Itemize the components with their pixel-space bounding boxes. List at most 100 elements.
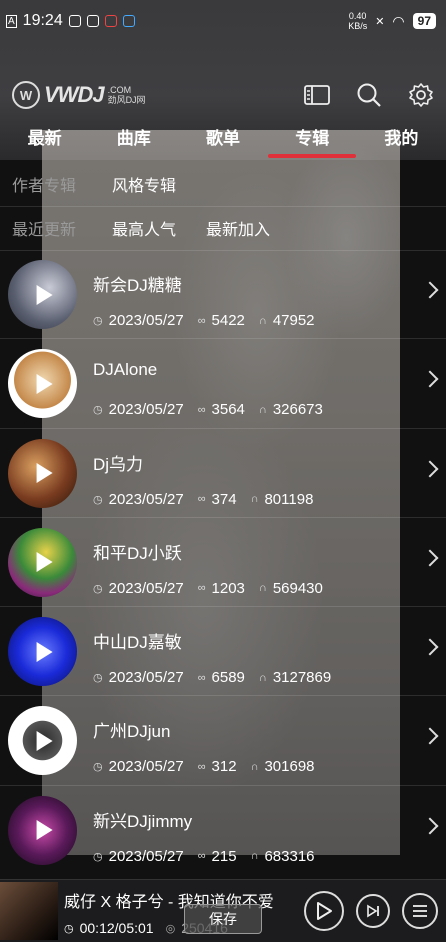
link-icon: ∞	[197, 403, 206, 416]
playback-time: 00:12/05:01	[79, 920, 154, 936]
album-play-count: 326673	[272, 401, 323, 419]
now-playing-cover[interactable]	[0, 882, 58, 940]
album-link-count: 5422	[211, 312, 245, 329]
album-avatar[interactable]	[8, 260, 77, 329]
search-icon[interactable]	[356, 82, 382, 108]
album-meta: ◷ 2023/05/27 ∞ 215 ∩ 683316	[93, 848, 329, 865]
album-avatar[interactable]	[8, 617, 77, 687]
status-time: 19:24	[22, 12, 63, 29]
album-name: 新会DJ糖糖	[93, 276, 182, 295]
album-date: 2023/05/27	[108, 401, 184, 419]
sort-recent-update[interactable]: 最近更新	[12, 216, 112, 240]
logo-subtitle: .COM 劲风DJ网	[107, 85, 146, 105]
clock-icon: ◷	[93, 582, 103, 595]
album-avatar[interactable]	[8, 706, 77, 776]
album-play-count: 569430	[272, 579, 323, 597]
playlist-icon[interactable]	[304, 82, 330, 108]
playlist-menu-button[interactable]	[402, 893, 438, 929]
album-item[interactable]: 和平DJ小跃 ◷ 2023/05/27 ∞ 1203 ∩ 569430	[0, 518, 446, 608]
sort-most-popular[interactable]: 最高人气	[112, 216, 176, 240]
album-item[interactable]: 中山DJ嘉敏 ◷ 2023/05/27 ∞ 6589 ∩ 3127869	[0, 607, 446, 697]
sim-icon: ✕	[375, 15, 385, 28]
album-date: 2023/05/27	[108, 669, 184, 687]
headphones-icon: ∩	[250, 493, 259, 506]
save-button[interactable]: 保存	[184, 904, 262, 934]
album-date: 2023/05/27	[108, 847, 184, 865]
album-meta: ◷ 2023/05/27 ∞ 3564 ∩ 326673	[93, 401, 337, 418]
link-icon: ∞	[197, 582, 206, 595]
headphones-icon: ∩	[250, 850, 259, 863]
category-filter-row: 作者专辑 风格专辑	[0, 162, 446, 206]
album-avatar[interactable]	[8, 349, 77, 419]
album-name: DJAlone	[93, 360, 158, 380]
album-item[interactable]: 广州DJjun ◷ 2023/05/27 ∞ 312 ∩ 301698	[0, 696, 446, 786]
logo[interactable]: W VWDJ .COM 劲风DJ网	[12, 81, 146, 109]
album-meta: ◷ 2023/05/27 ∞ 312 ∩ 301698	[93, 758, 329, 775]
clock-icon: ◷	[93, 672, 103, 685]
app-notification-icon-3	[104, 15, 117, 27]
album-link-count: 3564	[211, 401, 245, 419]
next-track-button[interactable]	[356, 894, 390, 928]
link-icon: ∞	[197, 850, 206, 863]
link-icon: ∞	[197, 671, 206, 684]
album-play-count: 301698	[264, 758, 315, 776]
album-meta: ◷ 2023/05/27 ∞ 1203 ∩ 569430	[93, 580, 337, 597]
headphones-icon: ∩	[258, 582, 267, 595]
chevron-right-icon[interactable]	[421, 817, 439, 835]
album-date: 2023/05/27	[108, 758, 184, 776]
album-meta: ◷ 2023/05/27 ∞ 5422 ∩ 47952	[93, 312, 329, 329]
clock-icon: ◷	[93, 315, 103, 327]
album-item[interactable]: 新兴DJjimmy ◷ 2023/05/27 ∞ 215 ∩ 683316	[0, 786, 446, 875]
network-speed: 0.40 KB/s	[348, 11, 368, 31]
chevron-right-icon[interactable]	[421, 460, 439, 478]
chevron-right-icon[interactable]	[421, 370, 439, 388]
tab-library[interactable]: 曲库	[89, 120, 178, 160]
tab-albums[interactable]: 专辑	[268, 120, 357, 160]
album-play-count: 801198	[264, 490, 314, 508]
album-link-count: 6589	[211, 669, 245, 687]
wifi-icon: ◠	[392, 12, 405, 29]
tab-latest[interactable]: 最新	[0, 120, 89, 160]
album-avatar[interactable]	[8, 527, 77, 597]
play-icon	[36, 552, 53, 573]
main-tabs: 最新 曲库 歌单 专辑 我的	[0, 120, 446, 160]
link-icon: ∞	[197, 314, 206, 327]
sort-filter-row: 最近更新 最高人气 最新加入	[0, 206, 446, 250]
sort-newest-added[interactable]: 最新加入	[206, 216, 270, 240]
settings-gear-icon[interactable]	[408, 82, 434, 108]
filter-style-albums[interactable]: 风格专辑	[112, 172, 176, 196]
clock-icon: ◷	[93, 850, 103, 863]
headphones-icon: ◎	[165, 922, 176, 935]
album-item[interactable]: Dj乌力 ◷ 2023/05/27 ∞ 374 ∩ 801198	[0, 429, 446, 518]
album-date: 2023/05/27	[108, 312, 184, 329]
album-link-count: 215	[211, 847, 237, 865]
tab-mine[interactable]: 我的	[357, 120, 446, 160]
play-button[interactable]	[304, 891, 344, 931]
album-date: 2023/05/27	[108, 579, 184, 597]
album-name: 和平DJ小跃	[93, 543, 182, 563]
link-icon: ∞	[197, 760, 206, 773]
album-item[interactable]: 新会DJ糖糖 ◷ 2023/05/27 ∞ 5422 ∩ 47952	[0, 250, 446, 340]
app-header: W VWDJ .COM 劲风DJ网	[0, 72, 446, 118]
play-icon	[36, 284, 53, 305]
album-name: 新兴DJjimmy	[93, 811, 193, 831]
tab-playlists[interactable]: 歌单	[178, 120, 267, 160]
play-icon	[36, 373, 53, 394]
chevron-right-icon[interactable]	[421, 638, 439, 656]
battery-indicator: 97	[412, 13, 436, 29]
album-avatar[interactable]	[8, 795, 77, 865]
clock-icon: ◷	[93, 493, 103, 506]
chevron-right-icon[interactable]	[421, 727, 439, 745]
app-notification-icon-4	[122, 15, 135, 27]
album-list: 新会DJ糖糖 ◷ 2023/05/27 ∞ 5422 ∩ 47952 DJAlone …	[0, 250, 446, 875]
filter-author-albums[interactable]: 作者专辑	[12, 172, 112, 196]
album-avatar[interactable]	[8, 438, 77, 508]
album-link-count: 312	[211, 758, 237, 776]
chevron-right-icon[interactable]	[421, 281, 439, 299]
play-icon	[36, 463, 53, 484]
album-link-count: 374	[211, 490, 237, 508]
headphones-icon: ∩	[258, 671, 267, 684]
app-notification-icon	[68, 15, 81, 27]
album-item[interactable]: DJAlone ◷ 2023/05/27 ∞ 3564 ∩ 326673	[0, 339, 446, 429]
chevron-right-icon[interactable]	[421, 549, 439, 567]
